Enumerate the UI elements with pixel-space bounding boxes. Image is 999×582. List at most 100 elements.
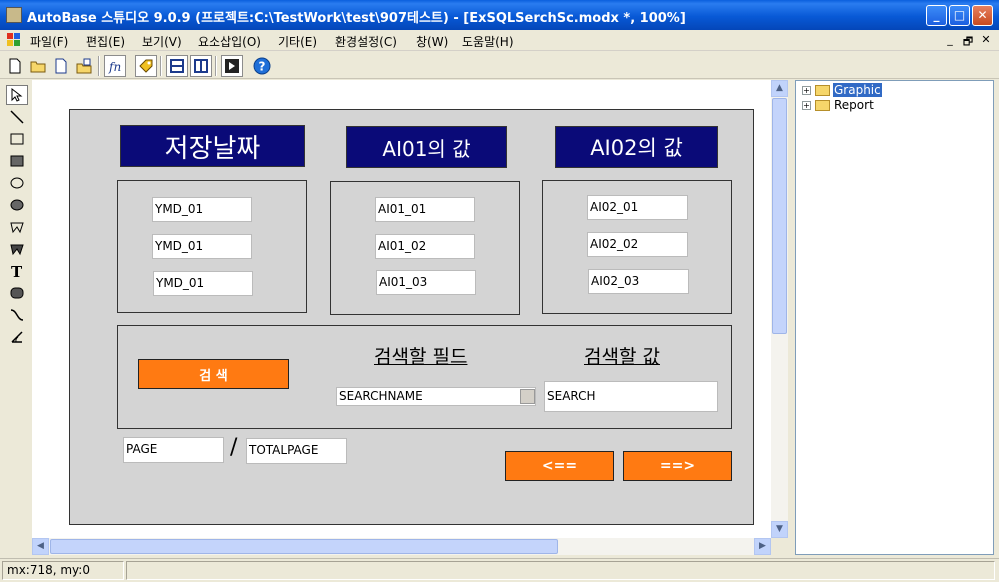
menu-window[interactable]: 창(W) — [416, 33, 448, 50]
horizontal-scroll-thumb[interactable] — [50, 539, 558, 554]
search-field-value: SEARCHNAME — [339, 389, 423, 403]
expand-plus-icon[interactable]: + — [802, 85, 811, 95]
menu-etc[interactable]: 기타(E) — [278, 33, 317, 50]
polygon-tool[interactable] — [6, 217, 28, 237]
search-value-input[interactable]: SEARCH — [544, 381, 718, 412]
ymd-field-2[interactable]: YMD_01 — [152, 234, 252, 259]
mouse-coords: mx:718, my:0 — [2, 561, 124, 580]
ai01-field-1[interactable]: AI01_01 — [375, 197, 475, 222]
toolbar-separator — [215, 56, 217, 76]
vertical-scroll-thumb[interactable] — [772, 98, 787, 334]
window-title: AutoBase 스튜디오 9.0.9 (프로젝트:C:\TestWork\te… — [27, 11, 686, 26]
ai02-field-3[interactable]: AI02_03 — [588, 269, 689, 294]
filled-ellipse-tool[interactable] — [6, 195, 28, 215]
new-page-button[interactable] — [50, 55, 72, 77]
page-field[interactable]: PAGE — [123, 437, 224, 463]
menu-bar: 파일(F) 편집(E) 보기(V) 요소삽입(O) 기타(E) 환경설정(C) … — [0, 30, 999, 51]
function-icon: fn — [108, 60, 121, 74]
tree-item-label: Report — [834, 98, 874, 112]
vertical-scrollbar[interactable]: ▲ ▼ — [771, 80, 788, 538]
mdi-restore-button[interactable]: 🗗 — [960, 33, 976, 48]
folder-icon — [815, 99, 830, 111]
search-group: 검 색 검색할 필드 검색할 값 SEARCHNAME SEARCH — [117, 325, 732, 429]
header-ai02-value[interactable]: AI02의 값 — [555, 126, 718, 168]
total-page-field[interactable]: TOTALPAGE — [246, 438, 347, 464]
page-separator: / — [230, 435, 238, 460]
header-save-date[interactable]: 저장날짜 — [120, 125, 305, 167]
scroll-up-icon[interactable]: ▲ — [771, 80, 788, 97]
split-horizontal-button[interactable] — [166, 55, 188, 77]
select-tool[interactable] — [6, 85, 28, 105]
ellipse-filled-icon — [10, 199, 24, 211]
toolbar-separator — [160, 56, 162, 76]
filled-polygon-tool[interactable] — [6, 239, 28, 259]
ai02-field-1[interactable]: AI02_01 — [587, 195, 688, 220]
split-vertical-icon — [194, 59, 208, 73]
search-button[interactable]: 검 색 — [138, 359, 289, 389]
project-tree[interactable]: + Graphic + Report — [795, 80, 994, 555]
group-date-fields: YMD_01 YMD_01 YMD_01 — [117, 180, 307, 313]
rectangle-tool[interactable] — [6, 129, 28, 149]
split-vertical-button[interactable] — [190, 55, 212, 77]
menu-help[interactable]: 도움말(H) — [462, 33, 514, 50]
header-ai01-value[interactable]: AI01의 값 — [346, 126, 507, 168]
ai01-field-3[interactable]: AI01_03 — [376, 270, 476, 295]
next-page-button[interactable]: ==> — [623, 451, 732, 481]
help-button[interactable]: ? — [251, 55, 273, 77]
ai02-field-2[interactable]: AI02_02 — [587, 232, 688, 257]
folder-icon — [815, 84, 830, 96]
rounded-rect-tool[interactable] — [6, 283, 28, 303]
scroll-right-icon[interactable]: ▶ — [754, 538, 771, 555]
line-tool[interactable] — [6, 107, 28, 127]
svg-text:T: T — [11, 264, 23, 278]
search-value-label: 검색할 값 — [584, 346, 660, 368]
app-icon — [6, 7, 22, 23]
horizontal-scrollbar[interactable]: ◀ ▶ — [32, 538, 771, 555]
run-button[interactable] — [221, 55, 243, 77]
new-file-button[interactable] — [4, 55, 26, 77]
minimize-button[interactable]: _ — [926, 5, 947, 26]
ai01-field-2[interactable]: AI01_02 — [375, 234, 475, 259]
menu-settings[interactable]: 환경설정(C) — [335, 33, 397, 50]
polygon-filled-icon — [10, 244, 24, 256]
ellipse-tool[interactable] — [6, 173, 28, 193]
rounded-rect-icon — [10, 287, 24, 299]
scroll-down-icon[interactable]: ▼ — [771, 521, 788, 538]
curve-tool[interactable] — [6, 305, 28, 325]
arrow-pointer-icon — [11, 88, 23, 102]
menu-file[interactable]: 파일(F) — [30, 33, 68, 50]
document-icon — [7, 33, 20, 46]
script-button[interactable]: fn — [104, 55, 126, 77]
tree-item-report[interactable]: + Report — [802, 98, 875, 112]
title-bar[interactable]: AutoBase 스튜디오 9.0.9 (프로젝트:C:\TestWork\te… — [0, 0, 999, 30]
group-ai01-fields: AI01_01 AI01_02 AI01_03 — [330, 181, 520, 315]
ymd-field-1[interactable]: YMD_01 — [152, 197, 252, 222]
mdi-close-button[interactable]: ✕ — [978, 33, 994, 47]
tree-item-graphic[interactable]: + Graphic — [802, 83, 882, 97]
line-icon — [10, 110, 24, 124]
menu-view[interactable]: 보기(V) — [142, 33, 182, 50]
help-icon: ? — [253, 57, 271, 75]
close-button[interactable]: ✕ — [972, 5, 993, 26]
search-field-select[interactable]: SEARCHNAME — [336, 387, 536, 406]
dropdown-arrow-icon[interactable] — [520, 389, 535, 404]
maximize-button[interactable]: □ — [949, 5, 970, 26]
form-area[interactable]: 저장날짜 AI01의 값 AI02의 값 YMD_01 YMD_01 YMD_0… — [69, 109, 754, 525]
prev-page-button[interactable]: <== — [505, 451, 614, 481]
arc-tool[interactable] — [6, 327, 28, 347]
open-button[interactable] — [27, 55, 49, 77]
text-tool[interactable]: T — [6, 261, 28, 281]
design-canvas[interactable]: 저장날짜 AI01의 값 AI02의 값 YMD_01 YMD_01 YMD_0… — [32, 80, 771, 538]
svg-text:?: ? — [259, 60, 266, 74]
ymd-field-3[interactable]: YMD_01 — [153, 271, 253, 296]
mdi-minimize-button[interactable]: _ — [942, 33, 958, 47]
tag-button[interactable] — [135, 55, 157, 77]
filled-rectangle-tool[interactable] — [6, 151, 28, 171]
scroll-left-icon[interactable]: ◀ — [32, 538, 49, 555]
tool-palette: T — [4, 82, 30, 552]
menu-edit[interactable]: 편집(E) — [86, 33, 125, 50]
page-icon — [55, 58, 67, 74]
open-page-button[interactable] — [73, 55, 95, 77]
expand-plus-icon[interactable]: + — [802, 100, 811, 110]
menu-insert[interactable]: 요소삽입(O) — [198, 33, 261, 50]
